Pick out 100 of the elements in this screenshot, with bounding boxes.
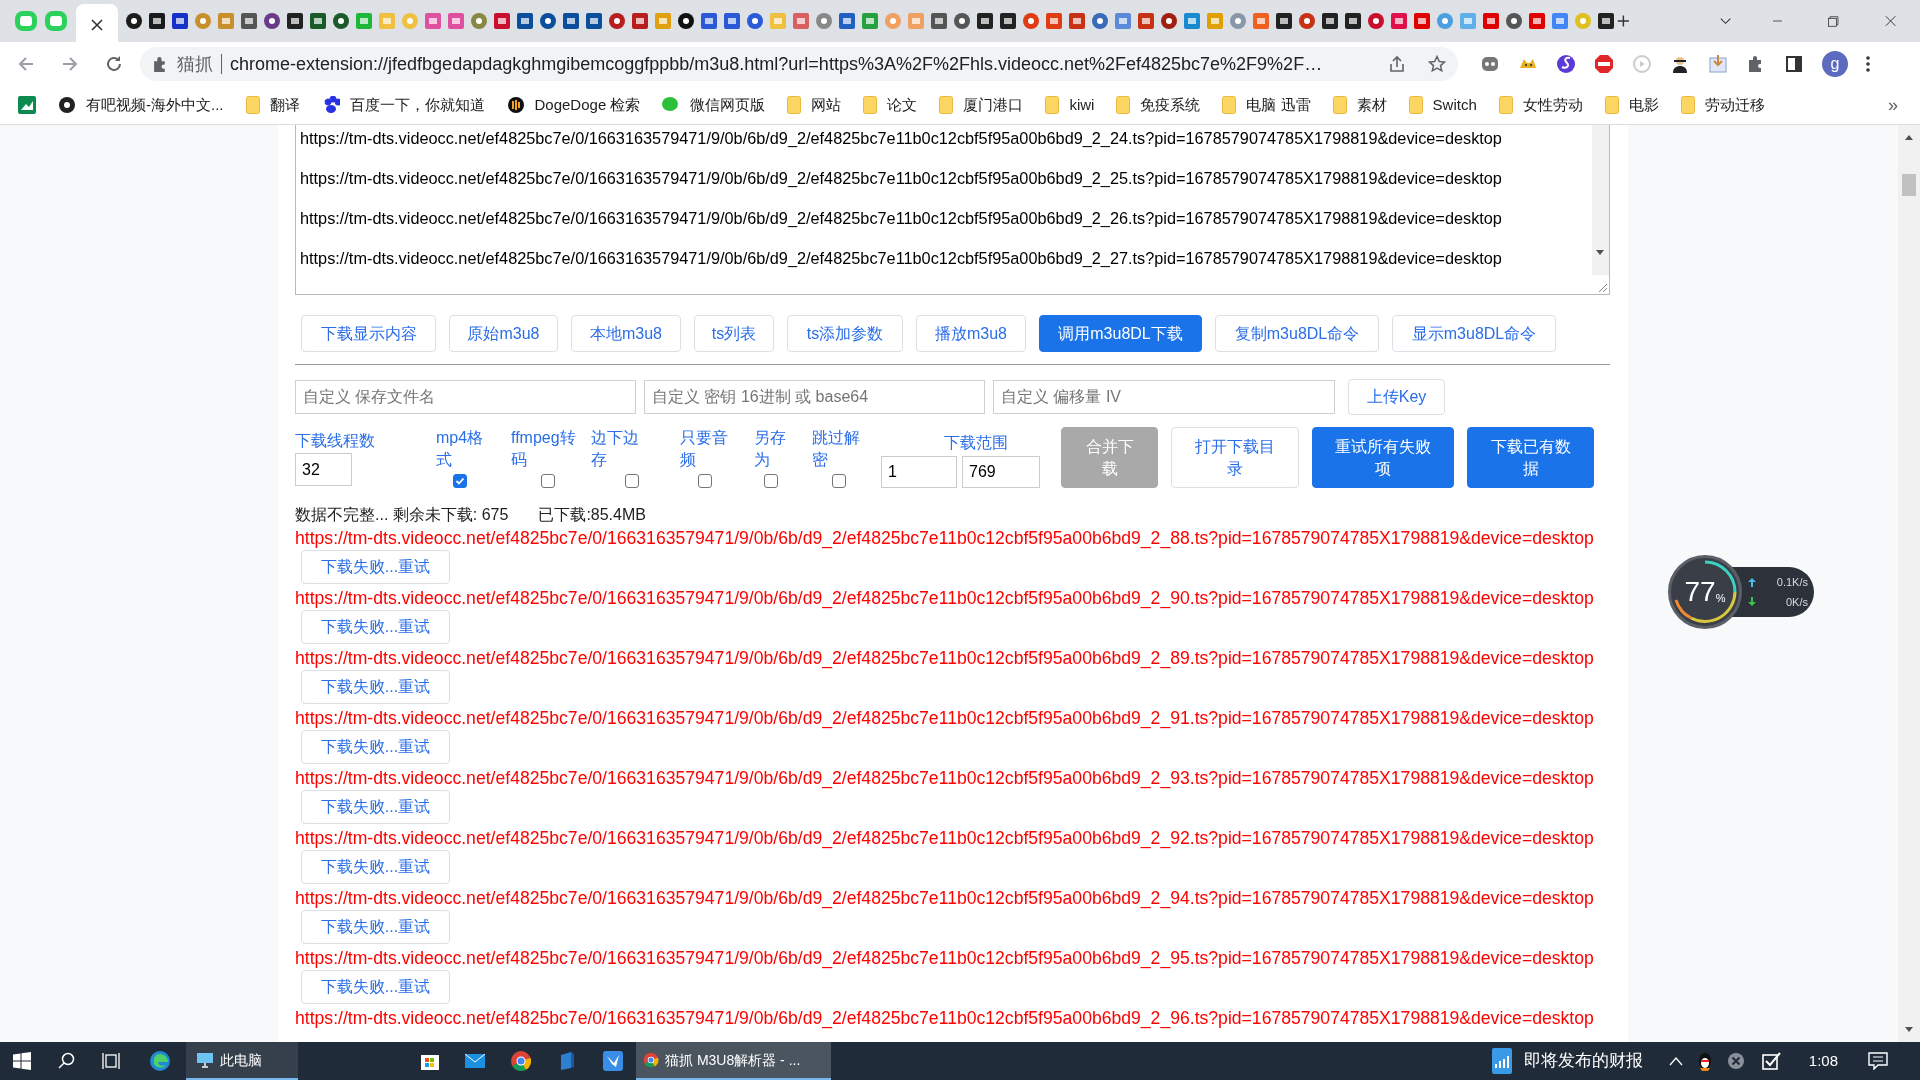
clock[interactable]: 1:08: [1808, 1049, 1838, 1073]
toolbar-button[interactable]: ts列表: [694, 315, 774, 352]
bookmark-link[interactable]: 翻译: [269, 93, 300, 117]
ts-list-textarea[interactable]: [295, 125, 1610, 295]
text-field[interactable]: 自定义 密钥 16进制 或 base64: [644, 380, 985, 414]
x-circle-icon[interactable]: [1726, 1052, 1745, 1070]
mail-icon[interactable]: [464, 1052, 486, 1070]
tab-icon[interactable]: [561, 12, 580, 30]
restore-icon[interactable]: [1828, 14, 1839, 28]
tab-icon[interactable]: [975, 12, 994, 30]
profile-avatar[interactable]: g: [1822, 51, 1848, 77]
checkbox[interactable]: [832, 474, 846, 488]
swirl-icon[interactable]: [1556, 54, 1576, 74]
bookmark-link[interactable]: 厦门港口: [963, 93, 1024, 117]
tab-icon[interactable]: [262, 12, 281, 30]
retry-button[interactable]: 下载失败...重试: [301, 910, 450, 944]
retry-button[interactable]: 下载失败...重试: [301, 790, 450, 824]
bookmark-link[interactable]: 微信网页版: [690, 93, 766, 117]
range-start-field[interactable]: 1: [881, 456, 957, 488]
checkbox-icon[interactable]: [1760, 1051, 1781, 1071]
bookmark-link[interactable]: 劳动迁移: [1704, 93, 1765, 117]
text-field[interactable]: 自定义 保存文件名: [295, 380, 636, 414]
tab-icon[interactable]: [124, 12, 143, 30]
bookmark-link[interactable]: 女性劳动: [1522, 93, 1583, 117]
bookmark-link[interactable]: Switch: [1432, 93, 1477, 117]
side-panel-icon[interactable]: [1784, 54, 1804, 74]
active-window-taskbar-item[interactable]: 猫抓 M3U8解析器 - ...: [636, 1042, 831, 1080]
retry-button[interactable]: 下载失败...重试: [301, 550, 450, 584]
explorer-taskbar-item[interactable]: 此电脑: [186, 1042, 298, 1080]
resize-handle-icon[interactable]: [1596, 281, 1608, 293]
tab-icon[interactable]: [331, 12, 350, 30]
textarea-scrollbar[interactable]: [1592, 125, 1609, 275]
toolbar-button[interactable]: 下载显示内容: [301, 315, 436, 352]
task-view-icon[interactable]: [102, 1052, 120, 1070]
tab-icon[interactable]: [1159, 12, 1178, 30]
windows-start-icon[interactable]: [13, 1052, 31, 1070]
toolbar-button[interactable]: 播放m3u8: [916, 315, 1026, 352]
tab-icon[interactable]: [1343, 12, 1362, 30]
checkbox[interactable]: [698, 474, 712, 488]
tab-icon[interactable]: [285, 12, 304, 30]
tab-icon[interactable]: [1596, 12, 1615, 30]
tab-icon[interactable]: [998, 12, 1017, 30]
tab-icon[interactable]: [170, 12, 189, 30]
close-icon[interactable]: [91, 19, 103, 31]
reload-icon[interactable]: [104, 54, 124, 74]
bookmark-link[interactable]: 有吧视频-海外中文...: [86, 93, 224, 117]
search-icon[interactable]: [58, 1052, 76, 1070]
bookmark-link[interactable]: DogeDoge 检索: [534, 93, 641, 117]
bird-app-icon[interactable]: [602, 1050, 624, 1072]
upload-key-button[interactable]: 上传Key: [1348, 379, 1445, 415]
tab-icon[interactable]: [676, 12, 695, 30]
bookmark-link[interactable]: 免疫系统: [1140, 93, 1201, 117]
bookmark-link[interactable]: 网站: [811, 93, 842, 117]
tab-icon[interactable]: [1320, 12, 1339, 30]
new-tab-icon[interactable]: [1617, 13, 1630, 29]
toolbar-button[interactable]: 显示m3u8DL命令: [1392, 315, 1556, 352]
tab-icon[interactable]: [1274, 12, 1293, 30]
notification-icon[interactable]: [1868, 1052, 1888, 1070]
bookmark-link[interactable]: kiwi: [1069, 93, 1095, 117]
chrome-icon[interactable]: [510, 1050, 532, 1072]
more-menu-icon[interactable]: [1866, 56, 1870, 72]
share-icon[interactable]: [1388, 55, 1406, 73]
address-bar[interactable]: 猫抓 chrome-extension://jfedfbgedapdagkghmgibemcoggfppbb/m3u8.html?url=https%3A%2F%2Fhls.videocc.net%2Fef4825bc7e%2F9%2F…: [140, 47, 1458, 81]
penguin-icon[interactable]: [1696, 1051, 1713, 1071]
page-scrollbar[interactable]: [1898, 125, 1920, 1042]
tab-icon[interactable]: [147, 12, 166, 30]
retry-button[interactable]: 下载失败...重试: [301, 610, 450, 644]
text-field[interactable]: 自定义 偏移量 IV: [993, 380, 1335, 414]
retry-button[interactable]: 下载失败...重试: [301, 970, 450, 1004]
tab-icon[interactable]: [952, 12, 971, 30]
bookmark-link[interactable]: 电脑 迅雷: [1246, 93, 1311, 117]
bookmark-link[interactable]: 素材: [1356, 93, 1387, 117]
chevron-up-icon[interactable]: [1668, 1056, 1683, 1066]
checkbox[interactable]: [625, 474, 639, 488]
stop-sign-icon[interactable]: [1594, 54, 1614, 74]
action-button[interactable]: 打开下载目录: [1171, 427, 1299, 488]
toolbar-button[interactable]: ts添加参数: [787, 315, 903, 352]
toolbar-button[interactable]: 调用m3u8DL下载: [1039, 315, 1202, 352]
bookmark-link[interactable]: 百度一下，你就知道: [349, 93, 485, 117]
checkbox[interactable]: [764, 474, 778, 488]
action-button[interactable]: 下载已有数据: [1467, 427, 1594, 488]
tab-icon[interactable]: [515, 12, 534, 30]
checkbox[interactable]: [453, 474, 467, 488]
bookmark-link[interactable]: 电影: [1628, 93, 1659, 117]
tab-icon[interactable]: [1504, 12, 1523, 30]
news-icon[interactable]: [1491, 1048, 1512, 1074]
bookmarks-overflow[interactable]: »: [1888, 91, 1898, 119]
retry-button[interactable]: 下载失败...重试: [301, 850, 450, 884]
tab-icon[interactable]: [308, 12, 327, 30]
range-end-field[interactable]: 769: [962, 456, 1040, 488]
toolbar-button[interactable]: 复制m3u8DL命令: [1215, 315, 1379, 352]
thread-count-field[interactable]: 32: [295, 453, 352, 486]
toolbar-button[interactable]: 原始m3u8: [449, 315, 558, 352]
tab-icon[interactable]: [538, 12, 557, 30]
edge-browser-icon[interactable]: [149, 1050, 171, 1072]
ghost-icon[interactable]: [1480, 54, 1500, 74]
retry-button[interactable]: 下载失败...重试: [301, 670, 450, 704]
checkbox[interactable]: [541, 474, 555, 488]
news-text[interactable]: 即将发布的财报: [1523, 1048, 1643, 1074]
star-icon[interactable]: [1428, 55, 1446, 73]
